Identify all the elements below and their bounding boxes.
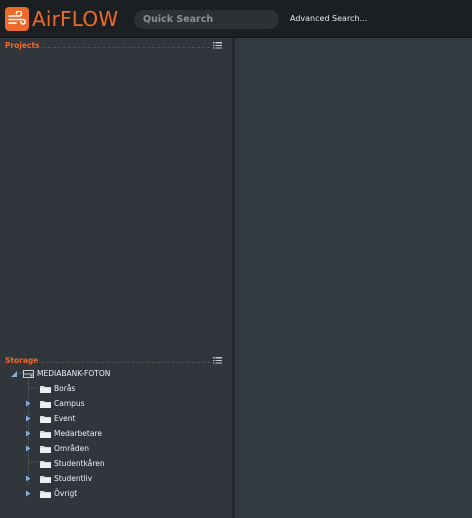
top-bar: AirFLOW Advanced Search... xyxy=(0,0,472,38)
storage-folder-item[interactable]: Studentliv xyxy=(24,472,92,485)
folder-label: Event xyxy=(54,414,76,423)
folder-label: Studentkåren xyxy=(54,459,105,468)
storage-folder-item[interactable]: Campus xyxy=(24,397,85,410)
projects-title: Projects xyxy=(5,41,40,50)
storage-root-node[interactable]: MEDIABANK-FOTON xyxy=(10,367,110,380)
expand-triangle-icon[interactable] xyxy=(24,445,32,453)
airflow-logo-icon xyxy=(5,7,29,31)
storage-folder-item[interactable]: Övrigt xyxy=(24,487,77,500)
projects-divider xyxy=(38,47,210,48)
folder-icon xyxy=(40,430,51,438)
airflow-app: AirFLOW Advanced Search... Projects xyxy=(0,0,472,518)
expand-triangle-icon[interactable] xyxy=(24,430,32,438)
folder-icon xyxy=(40,400,51,408)
projects-header: Projects xyxy=(0,39,232,53)
folder-label: Övrigt xyxy=(54,489,78,498)
storage-header: Storage xyxy=(0,354,232,368)
storage-folder-item[interactable]: Event xyxy=(24,412,76,425)
folder-icon xyxy=(40,475,51,483)
left-panel: Projects Storage MEDIABANK-FOTON Borås C… xyxy=(0,38,232,518)
storage-list-menu-icon[interactable] xyxy=(213,357,222,365)
collapse-triangle-icon[interactable] xyxy=(10,370,18,378)
storage-title: Storage xyxy=(5,356,39,365)
airflow-logo[interactable]: AirFLOW xyxy=(5,5,118,33)
app-name: AirFLOW xyxy=(32,7,119,31)
expand-triangle-icon[interactable] xyxy=(24,400,32,408)
drive-icon xyxy=(23,369,34,378)
quick-search-input[interactable] xyxy=(134,10,279,29)
folder-label: Studentliv xyxy=(54,474,93,483)
expand-triangle-icon[interactable] xyxy=(24,490,32,498)
folder-icon xyxy=(40,445,51,453)
main-content-panel xyxy=(235,38,472,518)
projects-list-menu-icon[interactable] xyxy=(213,42,222,50)
folder-icon xyxy=(40,385,51,393)
storage-folder-item[interactable]: Studentkåren xyxy=(24,457,105,470)
folder-label: Borås xyxy=(54,384,76,393)
advanced-search-link[interactable]: Advanced Search... xyxy=(290,14,367,23)
folder-label: Områden xyxy=(54,444,90,453)
expand-triangle-icon[interactable] xyxy=(24,475,32,483)
storage-root-label: MEDIABANK-FOTON xyxy=(37,369,111,378)
projects-list xyxy=(0,54,232,352)
folder-label: Medarbetare xyxy=(54,429,102,438)
storage-divider xyxy=(36,362,210,363)
storage-folder-item[interactable]: Medarbetare xyxy=(24,427,102,440)
storage-folder-item[interactable]: Områden xyxy=(24,442,89,455)
folder-icon xyxy=(40,490,51,498)
folder-label: Campus xyxy=(54,399,85,408)
folder-icon xyxy=(40,415,51,423)
storage-folder-item[interactable]: Borås xyxy=(24,382,75,395)
expand-triangle-icon[interactable] xyxy=(24,415,32,423)
folder-icon xyxy=(40,460,51,468)
